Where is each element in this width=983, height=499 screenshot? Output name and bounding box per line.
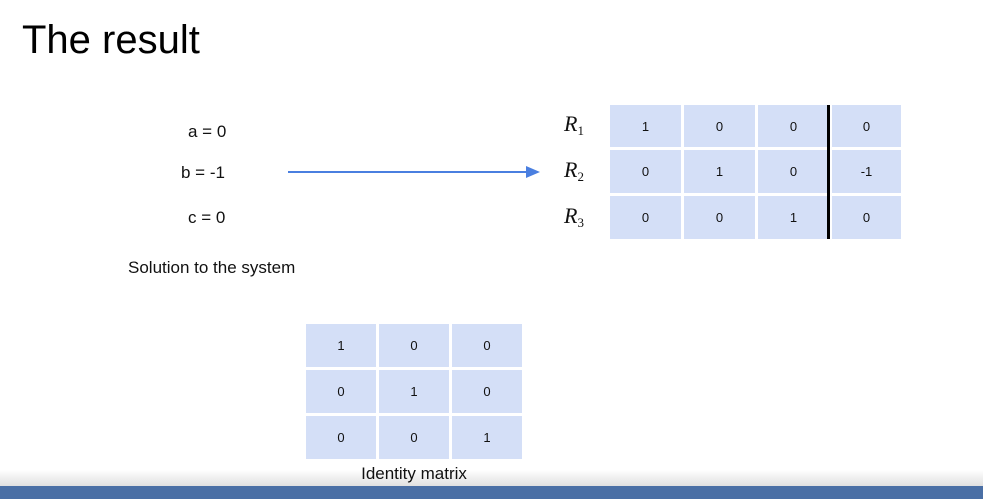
row-label-r1: R1: [564, 111, 584, 138]
id-cell-r1-c1: 1: [306, 324, 376, 367]
bottom-shade: [0, 470, 983, 486]
slide-title: The result: [22, 18, 200, 62]
id-cell-r1-c3: 0: [452, 324, 522, 367]
aug-cell-r3-c2: 0: [684, 196, 755, 239]
right-arrow-icon: [288, 166, 540, 178]
id-cell-r1-c2: 0: [379, 324, 449, 367]
row-label-r2: R2: [564, 157, 584, 184]
aug-cell-r2-c4: -1: [832, 150, 901, 193]
aug-cell-r1-c4: 0: [832, 105, 901, 147]
id-cell-r2-c2: 1: [379, 370, 449, 413]
id-cell-r3-c2: 0: [379, 416, 449, 459]
row-label-r3: R3: [564, 203, 584, 230]
id-cell-r3-c1: 0: [306, 416, 376, 459]
id-cell-r2-c3: 0: [452, 370, 522, 413]
equation-c: c = 0: [188, 208, 226, 227]
equation-a: a = 0: [188, 122, 227, 141]
aug-cell-r1-c1: 1: [610, 105, 681, 147]
id-cell-r3-c3: 1: [452, 416, 522, 459]
bottom-bar: [0, 486, 983, 499]
aug-cell-r3-c3: 1: [758, 196, 829, 239]
aug-cell-r2-c2: 1: [684, 150, 755, 193]
equation-b: b = -1: [181, 163, 225, 182]
aug-cell-r2-c1: 0: [610, 150, 681, 193]
id-cell-r2-c1: 0: [306, 370, 376, 413]
aug-cell-r3-c1: 0: [610, 196, 681, 239]
aug-cell-r2-c3: 0: [758, 150, 829, 193]
aug-cell-r1-c3: 0: [758, 105, 829, 147]
aug-cell-r1-c2: 0: [684, 105, 755, 147]
augmented-divider-line: [827, 105, 830, 239]
solution-label: Solution to the system: [128, 258, 296, 277]
aug-cell-r3-c4: 0: [832, 196, 901, 239]
